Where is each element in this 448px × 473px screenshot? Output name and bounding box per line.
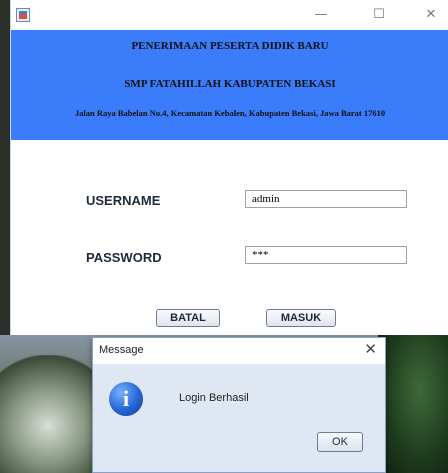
minimize-button[interactable]: — <box>307 5 335 25</box>
background-bush <box>378 335 448 473</box>
banner-title: PENERIMAAN PESERTA DIDIK BARU <box>131 40 329 52</box>
username-field[interactable]: admin <box>245 190 407 208</box>
dialog-title: Message <box>99 344 144 356</box>
password-label: PASSWORD <box>86 250 162 265</box>
school-name: SMP FATAHILLAH KABUPATEN BEKASI <box>124 78 336 90</box>
cancel-button[interactable]: BATAL <box>156 309 220 327</box>
login-button[interactable]: MASUK <box>266 309 336 327</box>
school-address: Jalan Raya Babelan No.4, Kecamatan Kebal… <box>74 108 386 118</box>
ok-button[interactable]: OK <box>317 432 363 452</box>
dialog-message: Login Berhasil <box>179 392 249 404</box>
dialog-close-icon[interactable]: ✕ <box>364 340 377 358</box>
password-field[interactable]: *** <box>245 246 407 264</box>
message-dialog: Message ✕ i Login Berhasil OK <box>92 337 386 473</box>
maximize-button[interactable]: ☐ <box>365 5 393 25</box>
close-button[interactable]: ✕ <box>417 5 445 25</box>
login-window: — ☐ ✕ PENERIMAAN PESERTA DIDIK BARU SMP … <box>10 0 448 335</box>
info-icon: i <box>109 382 143 416</box>
header-banner: PENERIMAAN PESERTA DIDIK BARU SMP FATAHI… <box>11 30 448 140</box>
java-app-icon <box>16 8 30 22</box>
title-bar[interactable]: — ☐ ✕ <box>11 0 448 30</box>
username-label: USERNAME <box>86 193 161 208</box>
dialog-body: i Login Berhasil OK <box>93 364 385 472</box>
